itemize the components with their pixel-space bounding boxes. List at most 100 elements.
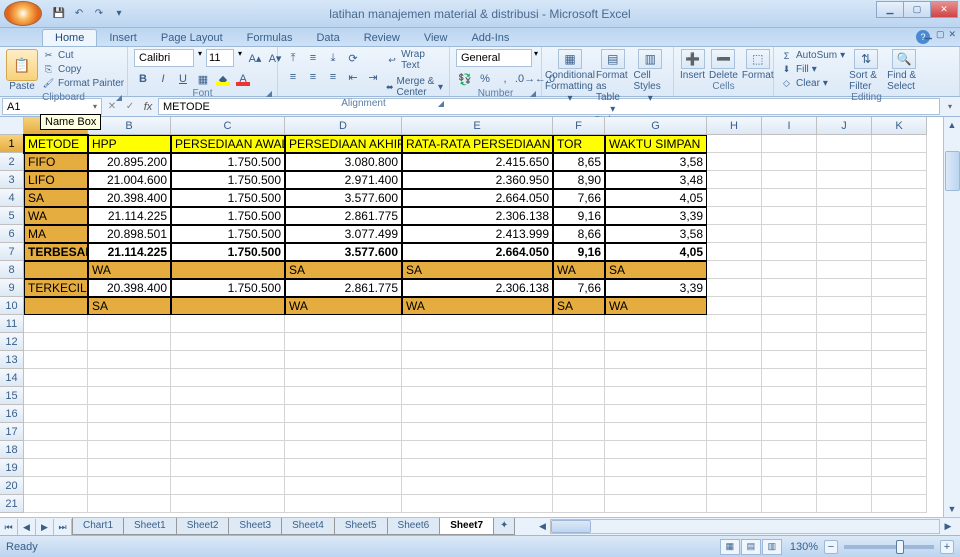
increase-decimal-icon[interactable]: .0→ <box>516 70 534 88</box>
cell-H7[interactable] <box>707 243 762 261</box>
cell-I19[interactable] <box>762 459 817 477</box>
cell-K6[interactable] <box>872 225 927 243</box>
cell-I18[interactable] <box>762 441 817 459</box>
cell-E17[interactable] <box>402 423 553 441</box>
cell-K8[interactable] <box>872 261 927 279</box>
cell-A3[interactable]: LIFO <box>24 171 88 189</box>
cell-J18[interactable] <box>817 441 872 459</box>
row-header-8[interactable]: 8 <box>0 261 24 279</box>
column-header-H[interactable]: H <box>707 117 762 135</box>
cell-I15[interactable] <box>762 387 817 405</box>
cell-J8[interactable] <box>817 261 872 279</box>
cell-A1[interactable]: METODE <box>24 135 88 153</box>
cell-G6[interactable]: 3,58 <box>605 225 707 243</box>
align-bottom-icon[interactable]: ⤓ <box>324 49 342 67</box>
cell-E7[interactable]: 2.664.050 <box>402 243 553 261</box>
border-button[interactable]: ▦ <box>194 70 212 88</box>
cell-A21[interactable] <box>24 495 88 513</box>
comma-icon[interactable]: , <box>496 70 514 88</box>
cell-F3[interactable]: 8,90 <box>553 171 605 189</box>
cell-I7[interactable] <box>762 243 817 261</box>
page-break-view-button[interactable]: ▥ <box>762 539 782 555</box>
cell-G21[interactable] <box>605 495 707 513</box>
cell-F5[interactable]: 9,16 <box>553 207 605 225</box>
cell-E4[interactable]: 2.664.050 <box>402 189 553 207</box>
cell-D12[interactable] <box>285 333 402 351</box>
zoom-out-button[interactable]: − <box>824 540 838 554</box>
qat-undo[interactable]: ↶ <box>70 5 88 23</box>
tab-view[interactable]: View <box>412 30 460 46</box>
cell-J1[interactable] <box>817 135 872 153</box>
cell-A17[interactable] <box>24 423 88 441</box>
cell-H10[interactable] <box>707 297 762 315</box>
cell-I16[interactable] <box>762 405 817 423</box>
sheet-tab-sheet2[interactable]: Sheet2 <box>176 518 230 535</box>
orientation-icon[interactable]: ⟳ <box>344 49 362 67</box>
cell-A8[interactable] <box>24 261 88 279</box>
row-header-14[interactable]: 14 <box>0 369 24 387</box>
cell-K2[interactable] <box>872 153 927 171</box>
cell-B19[interactable] <box>88 459 171 477</box>
cell-J14[interactable] <box>817 369 872 387</box>
column-header-I[interactable]: I <box>762 117 817 135</box>
cell-J17[interactable] <box>817 423 872 441</box>
cell-I10[interactable] <box>762 297 817 315</box>
cell-B6[interactable]: 20.898.501 <box>88 225 171 243</box>
cell-A20[interactable] <box>24 477 88 495</box>
cell-E9[interactable]: 2.306.138 <box>402 279 553 297</box>
cell-H3[interactable] <box>707 171 762 189</box>
cell-K19[interactable] <box>872 459 927 477</box>
cell-D21[interactable] <box>285 495 402 513</box>
clear-button[interactable]: ◇Clear ▾ <box>780 77 845 90</box>
cell-F1[interactable]: TOR <box>553 135 605 153</box>
cell-A18[interactable] <box>24 441 88 459</box>
cell-A19[interactable] <box>24 459 88 477</box>
vscroll-thumb[interactable] <box>945 151 960 191</box>
cell-A12[interactable] <box>24 333 88 351</box>
cell-K3[interactable] <box>872 171 927 189</box>
cell-styles-button[interactable]: ▥Cell Styles ▾ <box>634 49 668 104</box>
cell-K4[interactable] <box>872 189 927 207</box>
zoom-in-button[interactable]: + <box>940 540 954 554</box>
tab-review[interactable]: Review <box>352 30 412 46</box>
close-button[interactable]: ✕ <box>930 1 958 18</box>
cell-B8[interactable]: WA <box>88 261 171 279</box>
cell-K20[interactable] <box>872 477 927 495</box>
cell-F12[interactable] <box>553 333 605 351</box>
cell-G16[interactable] <box>605 405 707 423</box>
column-header-J[interactable]: J <box>817 117 872 135</box>
cell-B1[interactable]: HPP <box>88 135 171 153</box>
cell-K21[interactable] <box>872 495 927 513</box>
column-header-C[interactable]: C <box>171 117 285 135</box>
format-cells-button[interactable]: ⬚Format <box>742 49 774 81</box>
cell-I5[interactable] <box>762 207 817 225</box>
align-left-icon[interactable]: ≡ <box>284 68 302 86</box>
cell-C8[interactable] <box>171 261 285 279</box>
cell-K10[interactable] <box>872 297 927 315</box>
page-layout-view-button[interactable]: ▤ <box>741 539 761 555</box>
tab-data[interactable]: Data <box>304 30 351 46</box>
cell-D16[interactable] <box>285 405 402 423</box>
percent-icon[interactable]: % <box>476 70 494 88</box>
row-header-6[interactable]: 6 <box>0 225 24 243</box>
column-header-K[interactable]: K <box>872 117 927 135</box>
tab-formulas[interactable]: Formulas <box>235 30 305 46</box>
cell-E18[interactable] <box>402 441 553 459</box>
cell-I6[interactable] <box>762 225 817 243</box>
qat-redo[interactable]: ↷ <box>90 5 108 23</box>
cell-E3[interactable]: 2.360.950 <box>402 171 553 189</box>
format-painter-button[interactable]: 🖌Format Painter <box>42 77 124 90</box>
cell-E13[interactable] <box>402 351 553 369</box>
cell-H6[interactable] <box>707 225 762 243</box>
row-header-19[interactable]: 19 <box>0 459 24 477</box>
zoom-thumb[interactable] <box>896 540 904 554</box>
doc-close[interactable]: ✕ <box>948 29 956 40</box>
cell-F11[interactable] <box>553 315 605 333</box>
insert-cells-button[interactable]: ➕Insert <box>680 49 705 81</box>
cell-H11[interactable] <box>707 315 762 333</box>
cell-C18[interactable] <box>171 441 285 459</box>
italic-button[interactable]: I <box>154 70 172 88</box>
cell-F14[interactable] <box>553 369 605 387</box>
cell-I9[interactable] <box>762 279 817 297</box>
cell-C12[interactable] <box>171 333 285 351</box>
